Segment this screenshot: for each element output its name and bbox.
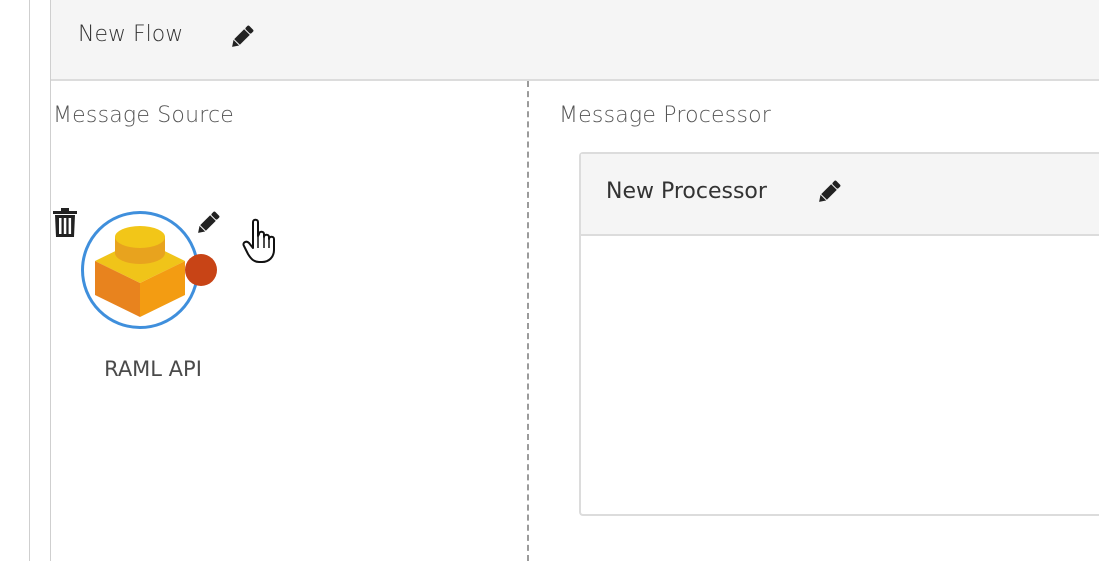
lego-block-icon <box>95 226 185 317</box>
delete-trash-icon[interactable] <box>52 207 78 239</box>
flow-header: New Flow <box>51 0 1099 81</box>
processor-edit-pencil-icon[interactable] <box>814 177 844 207</box>
processor-drop-area[interactable] <box>581 236 1099 514</box>
component-name-label: RAML API <box>104 357 202 381</box>
processor-header: New Processor <box>581 154 1099 236</box>
processor-card: New Processor <box>579 152 1099 516</box>
left-gutter <box>0 0 30 561</box>
flow-panel: New Flow Message Source Message Processo… <box>50 0 1099 561</box>
hand-cursor-icon <box>242 218 275 263</box>
message-processor-label: Message Processor <box>559 103 772 128</box>
message-source-label: Message Source <box>53 103 235 128</box>
component-edit-pencil-icon[interactable] <box>193 208 223 238</box>
flow-edit-pencil-icon[interactable] <box>227 22 257 52</box>
status-indicator-dot <box>185 254 217 286</box>
section-divider <box>527 81 529 561</box>
processor-title: New Processor <box>606 179 767 204</box>
flow-title: New Flow <box>78 22 184 47</box>
